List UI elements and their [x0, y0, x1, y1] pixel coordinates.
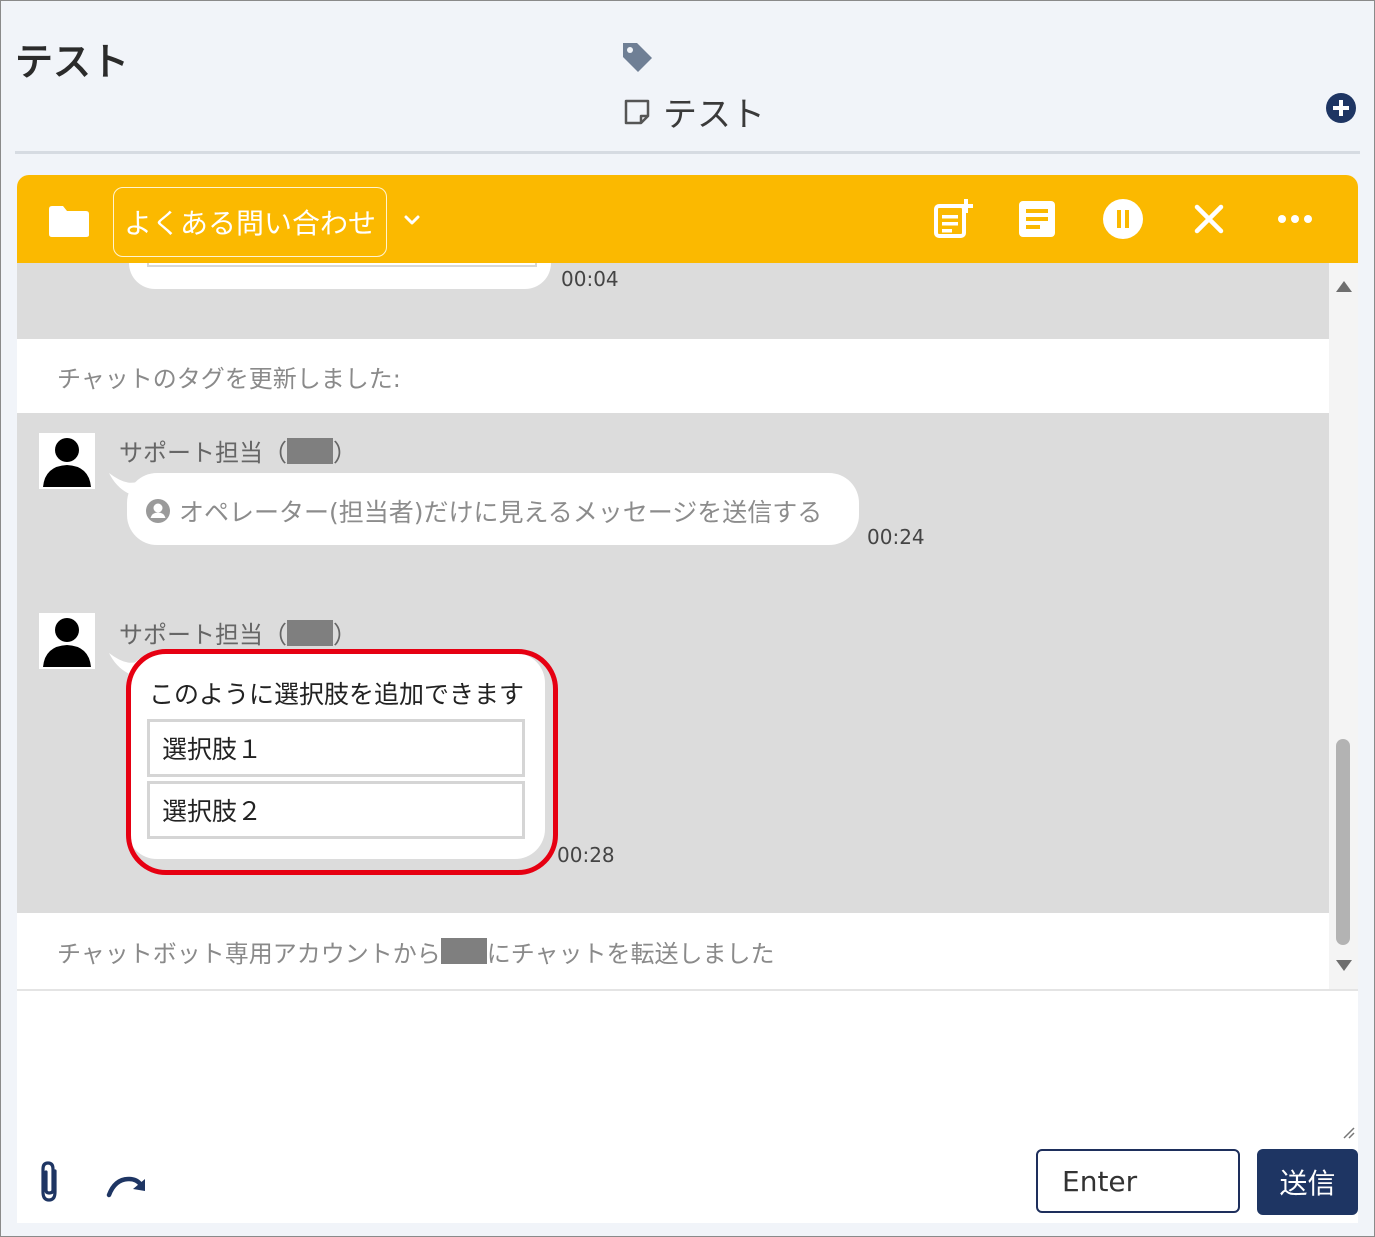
note-icon[interactable] [1015, 197, 1059, 241]
redacted-block [440, 938, 487, 964]
system-message: チャットボット専用アカウントから にチャットを転送しました [17, 913, 1329, 989]
tag-chip[interactable]: テスト [621, 87, 765, 136]
sender-label-close: ） [333, 621, 357, 649]
pause-icon[interactable] [1101, 197, 1145, 241]
avatar-icon [39, 613, 95, 669]
sender-label: サポート担当（ [119, 439, 287, 467]
close-icon[interactable] [1187, 197, 1231, 241]
category-select[interactable]: よくある問い合わせ [113, 187, 387, 257]
chat-toolbar: よくある問い合わせ [17, 175, 1358, 263]
operator-message-bubble: オペレーター(担当者)だけに見えるメッセージを送信する [127, 473, 859, 545]
message-time: 00:04 [561, 267, 619, 291]
scroll-down-icon[interactable] [1335, 959, 1353, 973]
tag-icon[interactable] [619, 39, 655, 75]
redacted-block [287, 437, 333, 464]
previous-choice-button[interactable] [147, 263, 537, 267]
header-divider [15, 151, 1360, 154]
system-message-text: チャットのタグを更新しました: [57, 364, 401, 393]
message-list: 00:04 チャットのタグを更新しました: サポート担当（ ） オペレーター(担当… [17, 263, 1329, 989]
more-icon[interactable] [1273, 197, 1317, 241]
operator-message-text: オペレーター(担当者)だけに見えるメッセージを送信する [179, 498, 823, 527]
enter-mode-select[interactable]: Enter [1036, 1149, 1240, 1213]
chat-title: テスト [15, 40, 130, 84]
attachment-icon[interactable] [35, 1159, 63, 1205]
folder-icon[interactable] [47, 203, 91, 239]
resize-handle-icon[interactable] [1341, 1125, 1355, 1139]
sender-label: サポート担当（ [119, 621, 287, 649]
scrollbar[interactable] [1329, 263, 1358, 989]
chat-window: テスト テスト よくある問い合わせ 00:04 チャットのタグを更新しました: … [0, 0, 1375, 1237]
forward-icon[interactable] [105, 1171, 149, 1199]
message-input[interactable] [17, 991, 1362, 1135]
message-time: 00:24 [867, 525, 925, 549]
send-button[interactable]: 送信 [1257, 1149, 1358, 1215]
composer: Enter 送信 [17, 989, 1362, 1223]
chevron-down-icon[interactable] [401, 209, 423, 231]
system-message-text-after: にチャットを転送しました [486, 939, 775, 968]
highlight-frame [126, 649, 558, 875]
system-message-text: チャットボット専用アカウントから [57, 939, 441, 968]
add-note-icon[interactable] [931, 197, 975, 241]
redacted-block [287, 619, 333, 646]
avatar-icon [39, 433, 95, 489]
memo-icon [624, 99, 650, 124]
system-message: チャットのタグを更新しました: [17, 339, 1329, 413]
person-circle-icon [146, 499, 170, 523]
operator-message: オペレーター(担当者)だけに見えるメッセージを送信する [145, 493, 822, 529]
add-circle-icon[interactable] [1325, 92, 1357, 124]
tag-label: テスト [663, 95, 765, 135]
scroll-thumb[interactable] [1336, 739, 1350, 945]
sender-name: サポート担当（ ） [119, 433, 357, 468]
sender-label-close: ） [333, 439, 357, 467]
sender-name: サポート担当（ ） [119, 615, 357, 650]
scroll-up-icon[interactable] [1335, 279, 1353, 293]
message-time: 00:28 [557, 843, 615, 867]
previous-message-bubble [129, 263, 551, 289]
